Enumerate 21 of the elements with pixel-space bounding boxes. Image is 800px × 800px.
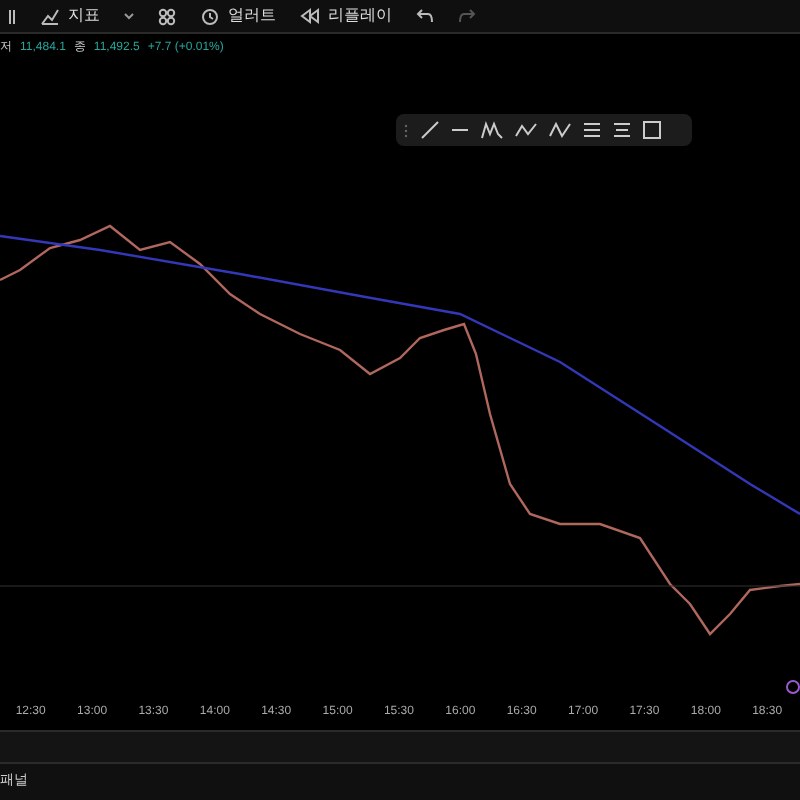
trend-line-icon[interactable]	[420, 120, 440, 140]
drag-handle-icon[interactable]	[404, 123, 410, 137]
chart-icon	[40, 7, 60, 25]
alarm-clock-icon	[200, 6, 220, 26]
toolbar-button[interactable]: 리플레이	[300, 4, 392, 28]
toolbar-button[interactable]: 얼러트	[200, 4, 276, 28]
layout-button[interactable]	[158, 7, 176, 25]
rectangle-icon[interactable]	[642, 120, 662, 140]
rewind-icon	[300, 8, 320, 24]
sidebar-toggle-icon[interactable]	[8, 7, 16, 25]
undo-icon[interactable]	[416, 8, 434, 24]
channel-icon[interactable]	[612, 120, 632, 140]
fibonacci-icon[interactable]	[582, 120, 602, 140]
caret-icon[interactable]	[124, 12, 134, 20]
settings-icon[interactable]	[786, 680, 800, 694]
pattern-icon[interactable]	[480, 120, 504, 140]
zigzag-icon[interactable]	[514, 120, 538, 140]
zigzag-icon[interactable]	[548, 120, 572, 140]
grid-icon	[158, 7, 176, 25]
redo-icon[interactable]	[458, 8, 476, 24]
toolbar-button[interactable]: 지표	[40, 4, 100, 28]
